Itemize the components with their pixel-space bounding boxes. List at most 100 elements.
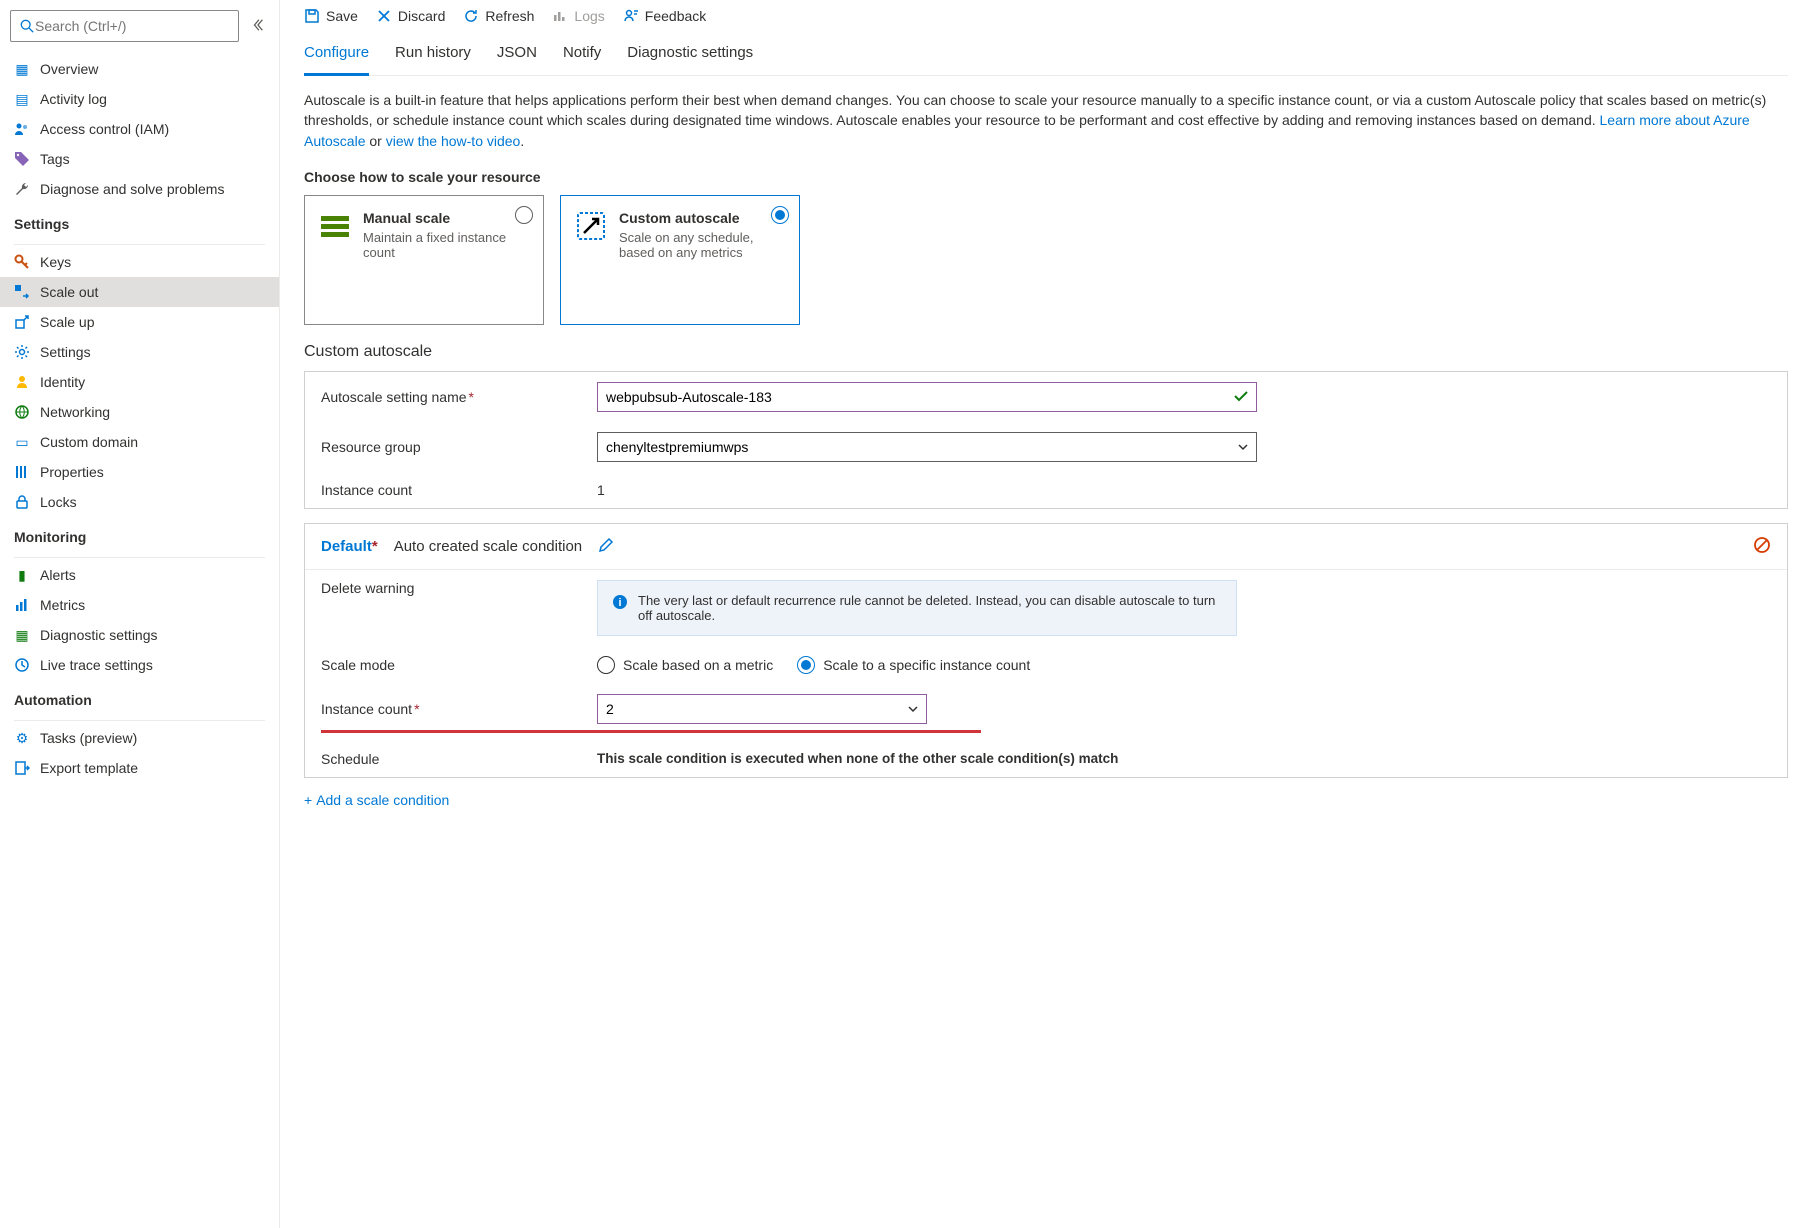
toolbar-label: Discard	[398, 8, 445, 24]
resource-group-label: Resource group	[321, 439, 581, 455]
radio-label: Scale based on a metric	[623, 657, 773, 673]
refresh-button[interactable]: Refresh	[463, 8, 534, 24]
setting-name-label: Autoscale setting name*	[321, 389, 581, 405]
svg-text:i: i	[618, 597, 621, 609]
nav-overview[interactable]: ▦ Overview	[0, 54, 279, 84]
check-icon	[1233, 388, 1249, 407]
highlight-underline	[321, 730, 981, 733]
key-icon	[14, 254, 30, 270]
properties-icon	[14, 464, 30, 480]
condition-instance-count-label: Instance count*	[321, 701, 581, 717]
metrics-icon	[14, 597, 30, 613]
instance-count-value: 1	[597, 482, 1257, 498]
nav-tasks[interactable]: ⚙ Tasks (preview)	[0, 723, 279, 753]
tasks-icon: ⚙	[14, 730, 30, 746]
tab-configure[interactable]: Configure	[304, 36, 369, 76]
info-icon: i	[612, 594, 628, 613]
nav-label: Overview	[40, 61, 98, 77]
nav-label: Tasks (preview)	[40, 730, 137, 746]
lock-icon	[14, 494, 30, 510]
nav-label: Scale out	[40, 284, 98, 300]
nav-label: Activity log	[40, 91, 107, 107]
diagnostic-icon: ▦	[14, 627, 30, 643]
nav-label: Scale up	[40, 314, 94, 330]
tabs: Configure Run history JSON Notify Diagno…	[304, 36, 1788, 76]
plus-icon: +	[304, 792, 312, 808]
nav-label: Metrics	[40, 597, 85, 613]
custom-autoscale-icon	[575, 210, 607, 242]
delete-warning-label: Delete warning	[321, 580, 581, 596]
nav-access-control[interactable]: Access control (IAM)	[0, 114, 279, 144]
nav-activity-log[interactable]: ▤ Activity log	[0, 84, 279, 114]
edit-condition-button[interactable]	[598, 537, 614, 556]
feedback-button[interactable]: Feedback	[623, 8, 706, 24]
schedule-label: Schedule	[321, 751, 581, 767]
radio-label: Scale to a specific instance count	[823, 657, 1030, 673]
nav-alerts[interactable]: ▮ Alerts	[0, 560, 279, 590]
delete-warning-text: The very last or default recurrence rule…	[638, 593, 1222, 623]
save-button[interactable]: Save	[304, 8, 358, 24]
scale-mode-metric-radio[interactable]: Scale based on a metric	[597, 656, 773, 674]
toolbar: Save Discard Refresh Logs Feedback	[304, 0, 1788, 36]
tab-json[interactable]: JSON	[497, 36, 537, 75]
nav-networking[interactable]: Networking	[0, 397, 279, 427]
tab-notify[interactable]: Notify	[563, 36, 601, 75]
sidebar: ▦ Overview ▤ Activity log Access control…	[0, 0, 280, 1228]
howto-video-link[interactable]: view the how-to video	[386, 133, 521, 149]
nav-label: Access control (IAM)	[40, 121, 169, 137]
setting-name-input[interactable]	[597, 382, 1257, 412]
networking-icon	[14, 404, 30, 420]
nav-locks[interactable]: Locks	[0, 487, 279, 517]
condition-title: Default*	[321, 538, 378, 555]
nav-label: Keys	[40, 254, 71, 270]
nav-scale-out[interactable]: Scale out	[0, 277, 279, 307]
search-box[interactable]	[10, 10, 239, 42]
nav-properties[interactable]: Properties	[0, 457, 279, 487]
custom-autoscale-title: Custom autoscale	[619, 210, 785, 226]
custom-autoscale-section-title: Custom autoscale	[304, 343, 1788, 361]
nav-settings[interactable]: Settings	[0, 337, 279, 367]
manual-scale-radio[interactable]	[515, 206, 533, 224]
tab-run-history[interactable]: Run history	[395, 36, 471, 75]
tab-diagnostic[interactable]: Diagnostic settings	[627, 36, 753, 75]
nav-export-template[interactable]: Export template	[0, 753, 279, 783]
nav-diagnostic-settings[interactable]: ▦ Diagnostic settings	[0, 620, 279, 650]
overview-icon: ▦	[14, 61, 30, 77]
nav-custom-domain[interactable]: ▭ Custom domain	[0, 427, 279, 457]
domain-icon: ▭	[14, 434, 30, 450]
resource-group-select[interactable]: chenyltestpremiumwps	[597, 432, 1257, 462]
search-icon	[19, 18, 35, 34]
nav-keys[interactable]: Keys	[0, 247, 279, 277]
clock-icon	[14, 657, 30, 673]
manual-scale-title: Manual scale	[363, 210, 529, 226]
settings-section-title: Settings	[0, 208, 279, 240]
add-scale-condition-button[interactable]: + Add a scale condition	[304, 792, 1788, 808]
automation-section-title: Automation	[0, 684, 279, 716]
refresh-icon	[463, 8, 479, 24]
nav-metrics[interactable]: Metrics	[0, 590, 279, 620]
manual-scale-desc: Maintain a fixed instance count	[363, 230, 529, 260]
collapse-sidebar-button[interactable]	[247, 14, 269, 39]
nav-identity[interactable]: Identity	[0, 367, 279, 397]
condition-instance-count-input[interactable]	[597, 694, 927, 724]
nav-label: Settings	[40, 344, 91, 360]
custom-autoscale-radio[interactable]	[771, 206, 789, 224]
wrench-icon	[14, 181, 30, 197]
schedule-note: This scale condition is executed when no…	[597, 751, 1257, 766]
discard-button[interactable]: Discard	[376, 8, 445, 24]
search-input[interactable]	[35, 18, 230, 34]
custom-autoscale-card[interactable]: Custom autoscale Scale on any schedule, …	[560, 195, 800, 325]
nav-diagnose[interactable]: Diagnose and solve problems	[0, 174, 279, 204]
scale-mode-specific-radio[interactable]: Scale to a specific instance count	[797, 656, 1030, 674]
identity-icon	[14, 374, 30, 390]
nav-scale-up[interactable]: Scale up	[0, 307, 279, 337]
nav-label: Identity	[40, 374, 85, 390]
alerts-icon: ▮	[14, 567, 30, 583]
nav-label: Properties	[40, 464, 104, 480]
nav-tags[interactable]: Tags	[0, 144, 279, 174]
custom-autoscale-desc: Scale on any schedule, based on any metr…	[619, 230, 785, 260]
nav-live-trace[interactable]: Live trace settings	[0, 650, 279, 680]
nav-label: Alerts	[40, 567, 76, 583]
manual-scale-card[interactable]: Manual scale Maintain a fixed instance c…	[304, 195, 544, 325]
delete-condition-button[interactable]	[1753, 536, 1771, 557]
